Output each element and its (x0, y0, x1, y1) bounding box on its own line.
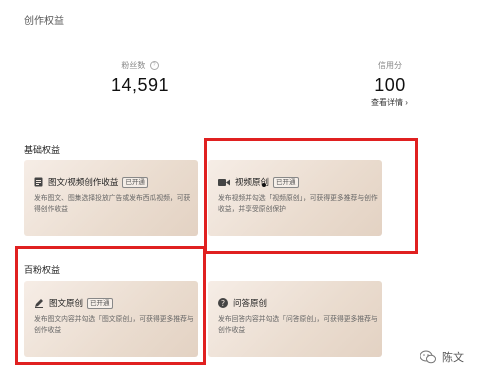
card-header: ? 问答原创 (218, 297, 267, 309)
fans-label-row: 粉丝数 ? (100, 60, 180, 71)
credit-label: 信用分 (378, 61, 402, 70)
card-title: 图文/视频创作收益 (48, 177, 119, 187)
wechat-icon (419, 350, 436, 364)
question-icon: ? (218, 298, 228, 308)
watermark-text: 陈文 (442, 352, 464, 364)
card-qa-original[interactable]: ? 问答原创 发布回答内容并勾选「问答原创」，可获得更多推荐与创作收益 (208, 281, 382, 357)
watermark: 陈文 (419, 349, 464, 365)
fans-stat: 粉丝数 ? 14,591 (100, 60, 180, 96)
card-title: 问答原创 (233, 298, 268, 308)
cursor-dot (262, 183, 266, 187)
card-description: 发布回答内容并勾选「问答原创」，可获得更多推荐与创作收益 (218, 316, 378, 334)
basic-rights-title: 基础权益 (24, 145, 61, 155)
highlight-box-article (15, 246, 206, 365)
svg-text:?: ? (221, 299, 225, 308)
fans-value: 14,591 (110, 75, 170, 95)
view-details-link[interactable]: 查看详情 › (371, 97, 408, 108)
card-description: 发布图文、图集选择投放广告或发布西瓜视频，可获得创作收益 (34, 195, 191, 213)
card-header: 图文/视频创作收益 已开通 (34, 176, 148, 188)
credit-stat: 信用分 100 (360, 60, 420, 96)
highlight-box-video (204, 138, 418, 254)
page-title: 创作权益 (24, 16, 64, 27)
status-badge: 已开通 (122, 176, 148, 188)
card-article-video-income[interactable]: 图文/视频创作收益 已开通 发布图文、图集选择投放广告或发布西瓜视频，可获得创作… (24, 160, 198, 236)
info-icon[interactable]: ? (149, 61, 159, 71)
document-icon (34, 177, 43, 187)
credit-value: 100 (374, 75, 406, 95)
fans-label: 粉丝数 (121, 61, 146, 70)
